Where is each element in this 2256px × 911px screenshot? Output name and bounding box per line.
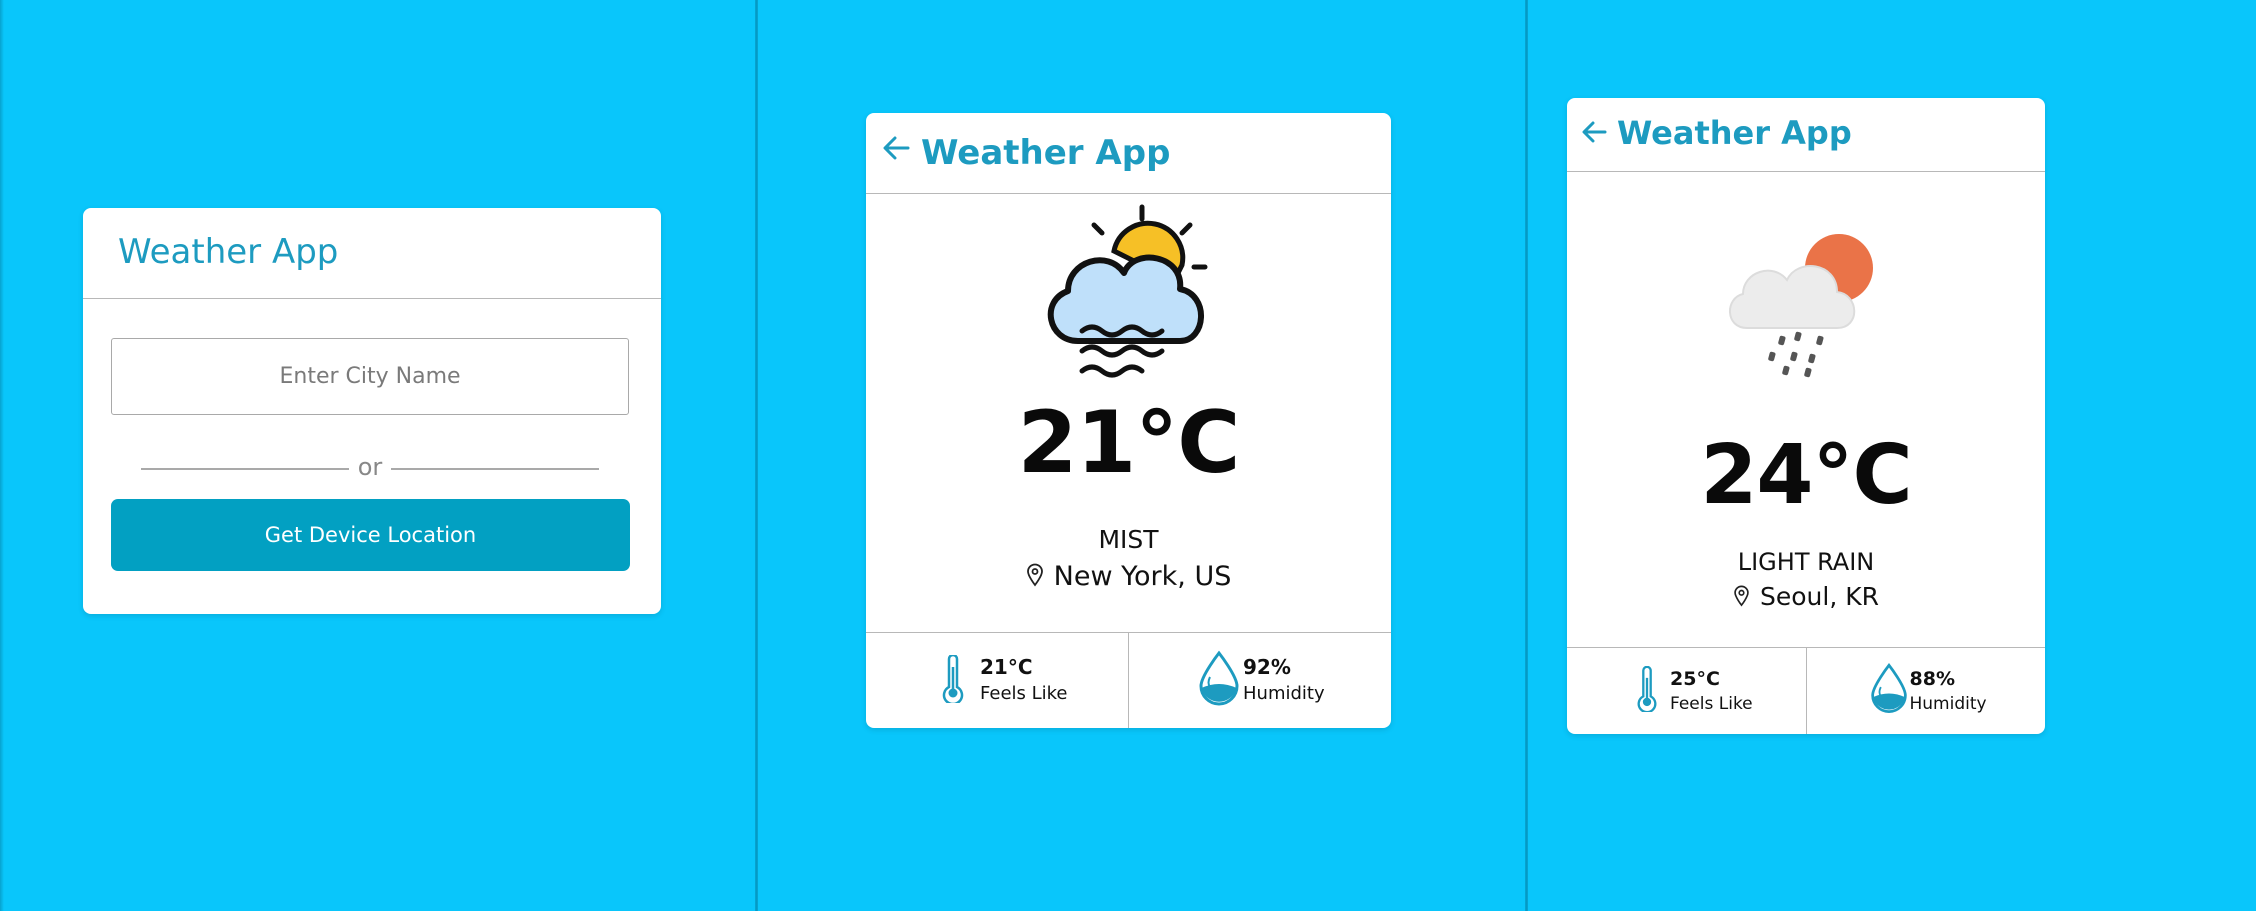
location-text: New York, US — [1053, 561, 1232, 592]
location: Seoul, KR — [1567, 582, 2045, 611]
app-title: Weather App — [921, 133, 1171, 173]
app-title: Weather App — [118, 232, 339, 272]
weather-card-seoul: Weather App 24°C LIGHT RAIN Seoul, KR 25… — [1567, 98, 2045, 734]
app-title: Weather App — [1617, 114, 1852, 152]
temperature: 24°C — [1700, 428, 1912, 523]
feels-like-value: 21°C — [980, 655, 1033, 679]
weather-description: LIGHT RAIN — [1737, 548, 1875, 576]
or-text: or — [357, 453, 383, 481]
card-header: Weather App — [83, 208, 661, 299]
humidity-stat: 88% Humidity — [1805, 648, 2046, 734]
water-drop-icon — [1199, 650, 1239, 706]
map-pin-icon — [1734, 585, 1749, 607]
arrow-left-icon[interactable] — [1581, 120, 1607, 149]
water-drop-icon — [1870, 663, 1907, 713]
humidity-stat: 92% Humidity — [1128, 633, 1391, 728]
feels-like-stat: 25°C Feels Like — [1567, 648, 1806, 734]
temperature: 21°C — [1017, 393, 1241, 493]
or-divider: or — [141, 448, 599, 488]
map-pin-icon — [1026, 563, 1043, 587]
thermometer-icon — [942, 655, 964, 703]
panel-divider — [1525, 0, 1528, 911]
search-card: Weather App or Get Device Location — [83, 208, 661, 614]
feels-like-value: 25°C — [1670, 668, 1720, 690]
card-header: Weather App — [1567, 98, 2045, 172]
divider-line — [391, 468, 599, 470]
humidity-label: Humidity — [1909, 694, 1987, 714]
location: New York, US — [866, 561, 1391, 592]
get-device-location-button[interactable]: Get Device Location — [111, 499, 630, 571]
panel-edge — [0, 0, 4, 911]
sun-cloud-mist-icon — [1034, 203, 1224, 398]
thermometer-icon — [1637, 666, 1657, 712]
location-text: Seoul, KR — [1760, 582, 1879, 611]
city-name-input[interactable] — [111, 338, 629, 415]
feels-like-label: Feels Like — [1670, 694, 1753, 714]
humidity-value: 92% — [1243, 655, 1291, 679]
panel-divider — [755, 0, 758, 911]
humidity-label: Humidity — [1243, 683, 1325, 704]
arrow-left-icon[interactable] — [882, 135, 910, 166]
humidity-value: 88% — [1909, 668, 1955, 690]
feels-like-label: Feels Like — [980, 683, 1068, 704]
card-header: Weather App — [866, 113, 1391, 194]
weather-description: MIST — [1098, 525, 1159, 554]
feels-like-stat: 21°C Feels Like — [866, 633, 1128, 728]
weather-stats: 25°C Feels Like 88% Humidity — [1567, 647, 2045, 734]
sun-cloud-rain-icon — [1725, 228, 1885, 383]
weather-card-new-york: Weather App 21°C MIST New York, US 21°C — [866, 113, 1391, 728]
weather-stats: 21°C Feels Like 92% Humidity — [866, 632, 1391, 728]
